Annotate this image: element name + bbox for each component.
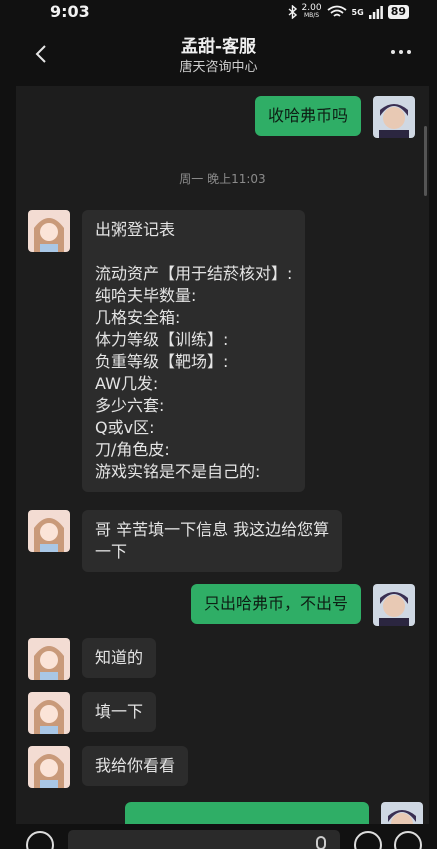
message-row-incoming: 出粥登记表 流动资产【用于结菸核对】: 纯哈夫毕数量: 几格安全箱: 体力等级【… xyxy=(28,210,306,492)
network-type: 5G xyxy=(351,7,364,17)
status-icons: 2.00 MB/S 5G 89 xyxy=(288,3,409,21)
net-speed: 2.00 MB/S xyxy=(302,4,322,20)
more-options-button[interactable] xyxy=(387,42,415,62)
message-row-outgoing: 收哈弗币吗 xyxy=(254,96,415,138)
message-bubble[interactable]: 收哈弗币吗 xyxy=(254,96,361,136)
message-bubble-partial[interactable] xyxy=(125,802,369,824)
my-avatar[interactable] xyxy=(381,802,423,824)
bluetooth-icon xyxy=(288,5,297,19)
more-dot-icon xyxy=(399,50,403,54)
voice-input-button[interactable] xyxy=(26,831,54,849)
contact-avatar[interactable] xyxy=(28,210,70,252)
more-actions-button[interactable] xyxy=(394,831,422,849)
message-bubble[interactable]: 填一下 xyxy=(82,692,157,732)
chat-title: 孟甜-客服 xyxy=(180,37,257,57)
message-row-incoming: 我给你看看 xyxy=(28,746,189,788)
net-speed-value: 2.00 xyxy=(301,3,322,13)
more-dot-icon xyxy=(391,50,395,54)
contact-avatar[interactable] xyxy=(28,746,70,788)
message-row-incoming: 哥 辛苦填一下信息 我这边给您算 一下 xyxy=(28,510,343,572)
message-row-incoming: 填一下 xyxy=(28,692,157,734)
status-bar: 9:03 2.00 MB/S 5G 89 xyxy=(0,0,437,24)
message-input[interactable] xyxy=(68,830,340,849)
my-avatar[interactable] xyxy=(373,584,415,626)
contact-avatar[interactable] xyxy=(28,510,70,552)
message-row-incoming: 知道的 xyxy=(28,638,157,680)
chat-header: 孟甜-客服 唐天咨询中心 xyxy=(0,24,437,82)
net-speed-unit: MB/S xyxy=(303,12,320,19)
timestamp: 周一 晚上11:03 xyxy=(179,172,266,186)
message-bubble[interactable]: 哥 辛苦填一下信息 我这边给您算 一下 xyxy=(82,510,343,572)
message-bubble[interactable]: 知道的 xyxy=(82,638,157,678)
wifi-icon xyxy=(326,5,347,17)
battery-indicator: 89 xyxy=(387,5,409,19)
status-time: 9:03 xyxy=(50,2,90,21)
input-bar xyxy=(16,824,437,849)
signal-icon xyxy=(368,5,383,19)
more-dot-icon xyxy=(407,50,411,54)
message-bubble[interactable]: 出粥登记表 流动资产【用于结菸核对】: 纯哈夫毕数量: 几格安全箱: 体力等级【… xyxy=(82,210,306,492)
my-avatar[interactable] xyxy=(373,96,415,138)
chat-subtitle: 唐天咨询中心 xyxy=(179,60,258,75)
contact-avatar[interactable] xyxy=(28,692,70,734)
message-list[interactable]: 收哈弗币吗 周一 晚上11:03 出粥登记表 流动资产【用于结菸核对】: 纯哈夫… xyxy=(16,86,429,824)
contact-avatar[interactable] xyxy=(28,638,70,680)
microphone-icon[interactable] xyxy=(316,836,326,849)
message-bubble[interactable]: 我给你看看 xyxy=(82,746,189,786)
message-bubble[interactable]: 只出哈弗币，不出号 xyxy=(190,584,361,624)
message-row-outgoing: 只出哈弗币，不出号 xyxy=(190,584,415,626)
emoji-button[interactable] xyxy=(354,831,382,849)
